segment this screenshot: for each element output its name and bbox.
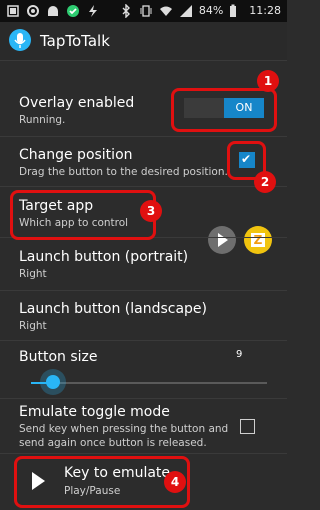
emulate-toggle-title: Emulate toggle mode bbox=[19, 404, 170, 420]
bluetooth-icon bbox=[119, 3, 133, 19]
clock: 11:28 bbox=[249, 4, 281, 17]
annotation-box-overlay bbox=[171, 88, 277, 132]
divider bbox=[0, 340, 287, 341]
launch-portrait-subtitle: Right bbox=[19, 268, 47, 280]
divider bbox=[0, 186, 287, 187]
emulate-toggle-subtitle-2: send again once button is released. bbox=[19, 437, 207, 449]
target-app-icons: Z bbox=[208, 226, 272, 254]
status-bar: 84% 11:28 bbox=[0, 0, 287, 22]
annotation-badge-4: 4 bbox=[164, 471, 186, 493]
button-size-slider-track[interactable] bbox=[31, 382, 267, 384]
overlay-title: Overlay enabled bbox=[19, 95, 135, 111]
notification-icon bbox=[6, 4, 20, 18]
launch-portrait-title[interactable]: Launch button (portrait) bbox=[19, 249, 188, 265]
android-icon bbox=[46, 4, 60, 18]
status-right: 84% 11:28 bbox=[119, 3, 281, 19]
battery-icon bbox=[229, 4, 243, 18]
emulate-toggle-checkbox[interactable] bbox=[240, 419, 255, 434]
button-size-value: 9 bbox=[236, 349, 243, 360]
overlay-subtitle: Running. bbox=[19, 114, 66, 126]
change-position-subtitle: Drag the button to the desired position. bbox=[19, 166, 228, 178]
microphone-icon bbox=[9, 29, 31, 51]
annotation-badge-1: 1 bbox=[257, 70, 279, 92]
app-title: TapToTalk bbox=[40, 32, 110, 50]
divider bbox=[0, 290, 287, 291]
button-size-slider-thumb[interactable] bbox=[46, 375, 60, 389]
button-size-title: Button size bbox=[19, 349, 98, 365]
divider bbox=[0, 453, 287, 454]
divider bbox=[0, 136, 287, 137]
annotation-badge-3: 3 bbox=[140, 200, 162, 222]
launch-landscape-title[interactable]: Launch button (landscape) bbox=[19, 301, 207, 317]
change-position-title: Change position bbox=[19, 147, 133, 163]
battery-percent: 84% bbox=[198, 4, 224, 17]
launch-landscape-subtitle: Right bbox=[19, 320, 47, 332]
settings-gear-icon bbox=[26, 4, 40, 18]
vibrate-icon bbox=[139, 4, 153, 18]
status-left-icons bbox=[6, 4, 100, 18]
checkmark-icon bbox=[66, 4, 80, 18]
app-bar: TapToTalk bbox=[0, 22, 287, 61]
divider bbox=[0, 398, 287, 399]
annotation-badge-2: 2 bbox=[254, 171, 276, 193]
play-app-icon[interactable] bbox=[208, 226, 236, 254]
wifi-icon bbox=[159, 4, 173, 18]
signal-icon bbox=[179, 4, 193, 18]
emulate-toggle-subtitle-1: Send key when pressing the button and bbox=[19, 423, 229, 435]
z-app-icon[interactable]: Z bbox=[244, 226, 272, 254]
annotation-box-target bbox=[10, 190, 156, 240]
flash-icon bbox=[86, 4, 100, 18]
